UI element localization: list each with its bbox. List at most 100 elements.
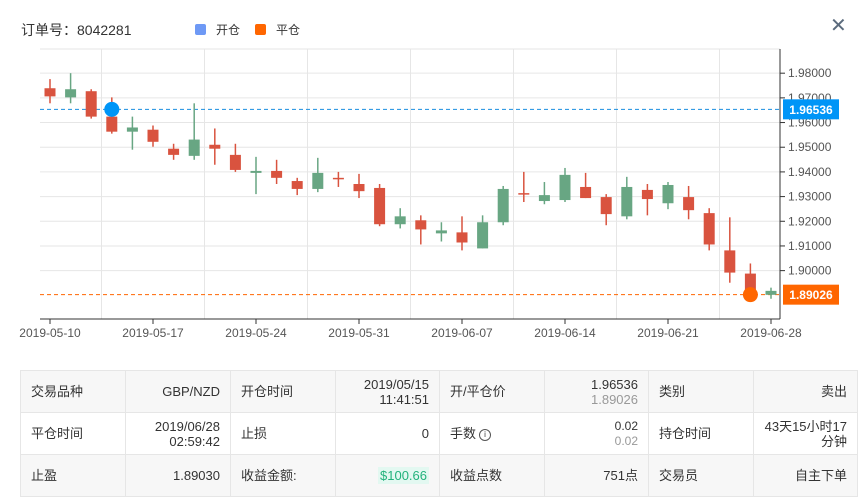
candle: [518, 171, 530, 203]
candle-body: [435, 230, 447, 234]
label-take-profit: 止盈: [20, 454, 126, 497]
candle-body: [456, 232, 468, 243]
candle-body: [621, 186, 633, 217]
open-clock: 11:41:51: [379, 391, 429, 407]
x-tick-label: 2019-06-14: [534, 326, 596, 340]
label-profit-points: 收益点数: [439, 454, 545, 497]
open-price-label: 1.96536: [789, 103, 833, 117]
candle-body: [497, 188, 509, 223]
y-tick-label: 1.90000: [788, 264, 832, 278]
candle: [168, 143, 180, 160]
label-profit-amount: 收益金额:: [230, 454, 336, 497]
open-price: 1.96536: [591, 376, 638, 392]
candle-body: [477, 222, 489, 249]
label-open-time: 开仓时间: [230, 370, 336, 413]
order-details-table: 交易品种 GBP/NZD 开仓时间 2019/05/15 11:41:51 开/平…: [20, 370, 858, 497]
candle: [250, 156, 262, 195]
candle: [662, 182, 674, 210]
candle-body: [374, 187, 386, 225]
candle: [621, 176, 633, 220]
candle: [435, 222, 447, 242]
candle: [374, 184, 386, 227]
candle-body: [188, 139, 200, 156]
lots-label: 手数: [450, 426, 477, 441]
y-tick-label: 1.98000: [788, 66, 832, 80]
x-tick-label: 2019-05-17: [122, 326, 184, 340]
candle: [147, 125, 159, 147]
value-open-close-price: 1.96536 1.89026: [544, 370, 649, 413]
candle-body: [600, 197, 612, 215]
candle-body: [641, 189, 653, 200]
x-tick-label: 2019-05-24: [225, 326, 287, 340]
candle-body: [147, 129, 159, 142]
candle: [394, 208, 406, 229]
candle-body: [580, 186, 592, 199]
close-clock: 02:59:42: [169, 433, 220, 449]
candle: [65, 73, 77, 104]
candle: [497, 185, 509, 226]
candlestick-chart: 1.980001.970001.960001.950001.940001.930…: [19, 48, 839, 340]
candle: [209, 128, 221, 165]
value-holding-time: 43天15小时17分钟: [753, 412, 858, 455]
y-tick-label: 1.92000: [788, 214, 832, 228]
profit-amount: $100.66: [378, 467, 429, 484]
label-trader: 交易员: [648, 454, 754, 497]
candle-body: [168, 148, 180, 155]
candle-body: [106, 116, 118, 132]
candle-body: [703, 213, 715, 245]
x-tick-label: 2019-06-21: [637, 326, 699, 340]
candle: [600, 194, 612, 226]
close-marker: [742, 287, 758, 303]
value-profit-points: 751点: [544, 454, 649, 497]
candle-body: [65, 89, 77, 98]
x-tick-label: 2019-06-28: [740, 326, 802, 340]
candle: [765, 287, 777, 299]
candle-body: [394, 216, 406, 225]
label-close-time: 平仓时间: [20, 412, 126, 455]
candle: [538, 182, 550, 205]
y-tick-label: 1.93000: [788, 190, 832, 204]
label-holding-time: 持仓时间: [648, 412, 754, 455]
value-close-time: 2019/06/28 02:59:42: [125, 412, 231, 455]
label-type: 类别: [648, 370, 754, 413]
candle-body: [126, 127, 138, 132]
candle-body: [765, 290, 777, 295]
candle: [559, 167, 571, 203]
label-open-close-price: 开/平仓价: [439, 370, 545, 413]
x-tick-label: 2019-05-10: [19, 326, 81, 340]
candle: [229, 143, 241, 172]
candle: [580, 172, 592, 199]
candle: [188, 103, 200, 160]
candle-body: [559, 174, 571, 201]
candle: [477, 215, 489, 249]
candle: [332, 171, 344, 187]
value-lots: 0.02 0.02: [544, 412, 649, 455]
close-price: 1.89026: [591, 391, 638, 407]
label-symbol: 交易品种: [20, 370, 126, 413]
value-take-profit: 1.89030: [125, 454, 231, 497]
info-icon[interactable]: i: [479, 429, 492, 441]
y-tick-label: 1.91000: [788, 239, 832, 253]
close-lots: 0.02: [614, 433, 638, 448]
candle: [44, 79, 56, 104]
candle-body: [662, 184, 674, 204]
table-row: 交易品种 GBP/NZD 开仓时间 2019/05/15 11:41:51 开/平…: [20, 370, 858, 413]
candle-body: [85, 91, 97, 117]
candle-body: [44, 88, 56, 97]
value-symbol: GBP/NZD: [125, 370, 231, 413]
candle-body: [518, 193, 530, 195]
candle-body: [724, 250, 736, 273]
value-open-time: 2019/05/15 11:41:51: [335, 370, 440, 413]
candle: [683, 185, 695, 220]
candle-body: [353, 184, 365, 192]
candle-body: [250, 170, 262, 173]
candle-body: [538, 195, 550, 202]
candle: [641, 184, 653, 216]
y-tick-label: 1.94000: [788, 165, 832, 179]
table-row: 平仓时间 2019/06/28 02:59:42 止损 0 手数 i 0.02 0.0…: [20, 412, 858, 455]
close-price-label: 1.89026: [789, 288, 833, 302]
candle: [312, 157, 324, 193]
candle-body: [332, 177, 344, 180]
value-stop-loss: 0: [335, 412, 440, 455]
candle-body: [683, 197, 695, 211]
